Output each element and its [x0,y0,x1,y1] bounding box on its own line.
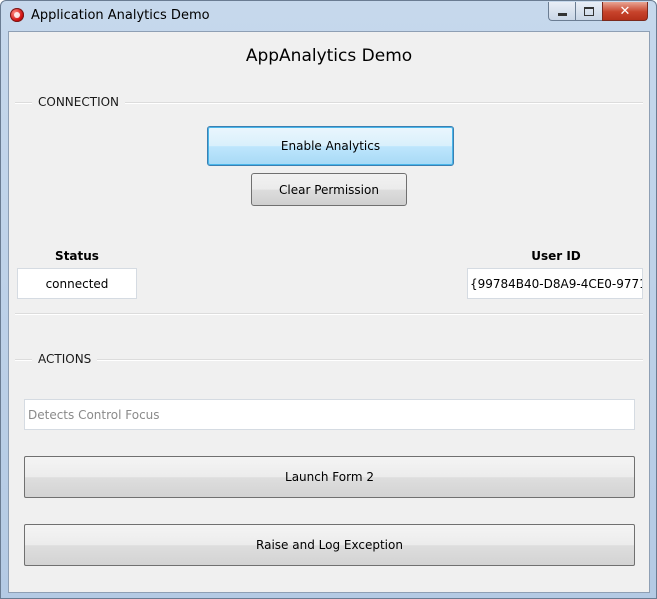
focus-detection-text: Detects Control Focus [28,407,160,422]
raise-log-exception-button[interactable]: Raise and Log Exception [24,524,635,566]
user-id-label: User ID [531,249,581,263]
form-client-area: AppAnalytics Demo CONNECTION Enable Anal… [8,31,650,593]
window-title: Application Analytics Demo [31,8,210,23]
actions-group-border [15,359,643,361]
window-controls: ✕ [548,2,648,21]
user-id-value: {99784B40-D8A9-4CE0-9771-C75 [470,276,642,291]
minimize-icon [557,12,567,16]
status-field: connected [17,268,137,299]
enable-analytics-button[interactable]: Enable Analytics [207,126,454,166]
connection-group-bottom-border [15,313,643,315]
title-bar[interactable]: Application Analytics Demo ✕ [1,1,656,31]
close-icon: ✕ [619,3,631,19]
app-window: Application Analytics Demo ✕ AppAnalytic… [0,0,657,599]
maximize-button[interactable] [575,2,602,21]
page-title: AppAnalytics Demo [245,46,413,66]
status-label: Status [55,249,99,263]
user-id-field[interactable]: {99784B40-D8A9-4CE0-9771-C75 [467,268,643,299]
actions-section-label: ACTIONS [32,352,98,366]
focus-detection-field[interactable]: Detects Control Focus [24,399,635,430]
clear-permission-button[interactable]: Clear Permission [251,173,407,206]
status-value: connected [45,276,109,291]
close-button[interactable]: ✕ [602,2,648,21]
maximize-icon [584,6,594,16]
launch-form-2-button[interactable]: Launch Form 2 [24,456,635,498]
minimize-button[interactable] [548,2,575,21]
app-icon[interactable] [10,8,24,22]
connection-section-label: CONNECTION [32,95,126,109]
